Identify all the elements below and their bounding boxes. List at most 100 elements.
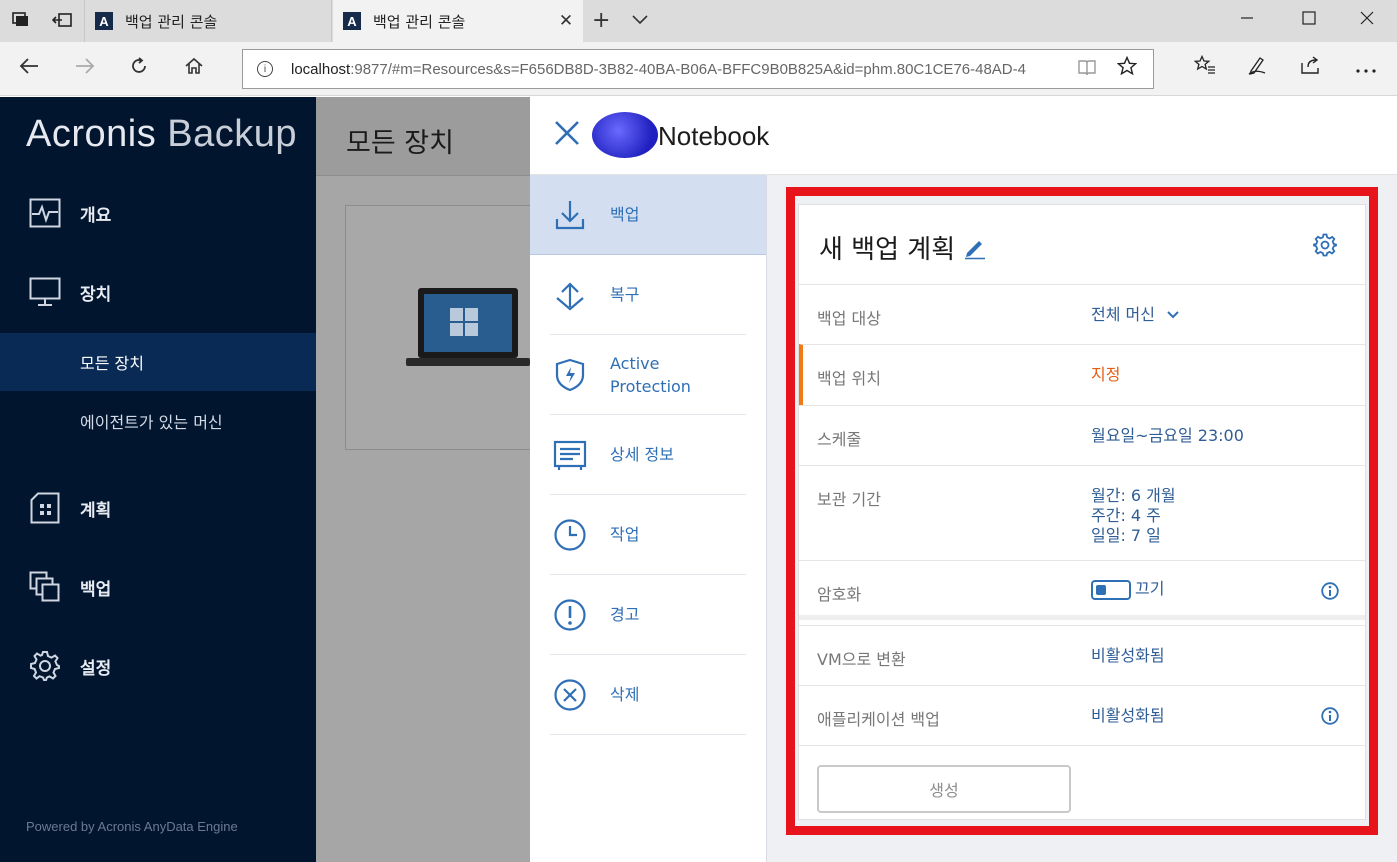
sidebar-item-overview[interactable]: 개요 xyxy=(0,184,316,242)
info-icon[interactable] xyxy=(1321,582,1339,600)
site-info-icon[interactable]: i xyxy=(257,61,273,77)
close-panel-icon[interactable] xyxy=(554,119,580,154)
row-value[interactable]: 비활성화됨 xyxy=(1091,706,1165,726)
page-title: 모든 장치 xyxy=(346,128,454,159)
back-icon[interactable] xyxy=(14,56,44,80)
plan-row-application-backup[interactable]: 애플리케이션 백업 비활성화됨 xyxy=(799,685,1365,746)
tab-title: 백업 관리 콘솔 xyxy=(125,12,218,31)
menu-item-recovery[interactable]: 복구 xyxy=(550,255,746,335)
address-bar[interactable]: i localhost:9877/#m=Resources&s=F656DB8D… xyxy=(242,49,1154,89)
menu-item-label: 상세 정보 xyxy=(610,445,674,464)
sidebar-item-label: 개요 xyxy=(80,205,112,226)
row-value[interactable]: 끄기 xyxy=(1091,579,1164,600)
sidebar-item-settings[interactable]: 설정 xyxy=(0,637,316,695)
alert-icon xyxy=(550,595,590,635)
redacted-scribble xyxy=(592,112,658,158)
backup-copies-icon xyxy=(28,570,62,604)
new-tab-icon[interactable]: + xyxy=(592,8,610,33)
monitor-icon xyxy=(28,275,62,309)
row-label: 스케줄 xyxy=(817,430,862,449)
tab-active[interactable]: A 백업 관리 콘솔 ✕ xyxy=(333,0,583,42)
plan-row-convert-to-vm[interactable]: VM으로 변환 비활성화됨 xyxy=(799,625,1365,685)
more-options-icon[interactable] xyxy=(1351,55,1381,79)
sidebar-subitem-machines-with-agents[interactable]: 에이전트가 있는 머신 xyxy=(0,392,316,450)
menu-item-alerts[interactable]: 경고 xyxy=(550,575,746,655)
edit-pencil-icon[interactable] xyxy=(963,236,987,260)
plan-row-where-to-backup[interactable]: 백업 위치 지정 xyxy=(799,344,1365,405)
overview-icon xyxy=(28,196,62,230)
sidebar-subitem-label: 모든 장치 xyxy=(80,354,144,373)
retention-monthly: 월간: 6 개월 xyxy=(1091,486,1176,505)
device-card[interactable] xyxy=(345,205,535,450)
row-value[interactable]: 월요일~금요일 23:00 xyxy=(1091,426,1244,446)
sidebar-item-plans[interactable]: 계획 xyxy=(0,479,316,537)
plan-title: 새 백업 계획 xyxy=(819,235,956,265)
sidebar-item-backups[interactable]: 백업 xyxy=(0,558,316,616)
clock-icon xyxy=(550,515,590,555)
menu-item-backup[interactable]: 백업 xyxy=(530,175,766,255)
refresh-icon[interactable] xyxy=(124,56,154,81)
acronis-backup-logo: Acronis Backup xyxy=(26,113,297,156)
chevron-down-icon[interactable] xyxy=(632,11,648,29)
address-url[interactable]: localhost:9877/#m=Resources&s=F656DB8D-3… xyxy=(291,61,1071,78)
row-label: 암호화 xyxy=(817,585,862,604)
menu-item-label: 경고 xyxy=(610,605,640,624)
menu-item-active-protection[interactable]: Active Protection xyxy=(550,335,746,415)
menu-item-details[interactable]: 상세 정보 xyxy=(550,415,746,495)
url-host: localhost xyxy=(291,60,351,78)
reading-view-icon[interactable] xyxy=(1077,59,1097,82)
panel-action-menu: 백업 복구 Active Protection 상세 정보 작업 경고 삭제 xyxy=(530,175,767,862)
delete-circle-icon xyxy=(550,675,590,715)
gear-icon xyxy=(28,649,62,683)
device-name-title: Notebook xyxy=(658,121,770,151)
tab-inactive[interactable]: A 백업 관리 콘솔 xyxy=(84,0,332,42)
forward-icon[interactable] xyxy=(70,56,100,80)
acronis-favicon-icon: A xyxy=(95,12,113,30)
favorite-star-icon[interactable] xyxy=(1116,55,1138,81)
row-label: 보관 기간 xyxy=(817,490,881,509)
sidebar-subitem-all-devices[interactable]: 모든 장치 xyxy=(0,333,316,391)
menu-item-label: 작업 xyxy=(610,525,640,544)
row-value[interactable]: 전체 머신 xyxy=(1091,305,1180,325)
row-value[interactable]: 월간: 6 개월 주간: 4 주 일일: 7 일 xyxy=(1091,486,1176,546)
plan-row-encryption[interactable]: 암호화 끄기 xyxy=(799,560,1365,620)
row-value[interactable]: 비활성화됨 xyxy=(1091,646,1165,666)
sidebar-item-label: 설정 xyxy=(80,658,112,679)
menu-item-delete[interactable]: 삭제 xyxy=(550,655,746,735)
maximize-icon[interactable] xyxy=(1297,10,1321,30)
row-label: 백업 위치 xyxy=(817,369,881,388)
home-icon[interactable] xyxy=(179,56,209,81)
upload-icon xyxy=(550,275,590,315)
shield-icon xyxy=(550,355,590,395)
favorites-hub-icon[interactable] xyxy=(1190,54,1220,80)
plan-row-schedule[interactable]: 스케줄 월요일~금요일 23:00 xyxy=(799,405,1365,465)
menu-item-activities[interactable]: 작업 xyxy=(550,495,746,575)
minimize-icon[interactable] xyxy=(1235,10,1259,30)
sidebar-subitem-label: 에이전트가 있는 머신 xyxy=(80,413,223,432)
row-value[interactable]: 지정 xyxy=(1091,365,1120,385)
url-path: :9877/#m=Resources&s=F656DB8D-3B82-40BA-… xyxy=(350,60,1026,78)
sidebar-item-devices[interactable]: 장치 xyxy=(0,263,316,321)
browser-nav-bar: i localhost:9877/#m=Resources&s=F656DB8D… xyxy=(0,42,1397,96)
menu-item-label: Active Protection xyxy=(610,353,691,396)
close-window-icon[interactable] xyxy=(1355,10,1379,30)
set-aside-tabs-icon[interactable] xyxy=(51,12,72,32)
tab-title: 백업 관리 콘솔 xyxy=(373,12,466,31)
row-label: VM으로 변환 xyxy=(817,650,906,669)
sidebar-item-label: 장치 xyxy=(80,284,112,305)
share-icon[interactable] xyxy=(1296,55,1326,80)
notes-pen-icon[interactable] xyxy=(1242,55,1272,80)
plan-row-what-to-backup[interactable]: 백업 대상 전체 머신 xyxy=(799,284,1365,344)
retention-daily: 일일: 7 일 xyxy=(1091,526,1161,545)
retention-weekly: 주간: 4 주 xyxy=(1091,506,1161,525)
close-tab-icon[interactable]: ✕ xyxy=(549,11,583,31)
tab-manager-icon[interactable] xyxy=(12,12,30,32)
laptop-icon xyxy=(406,288,530,366)
create-button[interactable]: 생성 xyxy=(817,765,1071,813)
gear-icon[interactable] xyxy=(1313,233,1337,257)
encryption-toggle[interactable] xyxy=(1091,579,1131,600)
toggle-state-text: 끄기 xyxy=(1135,579,1165,598)
acronis-favicon-icon: A xyxy=(343,12,361,30)
info-icon[interactable] xyxy=(1321,707,1339,725)
plan-row-retention[interactable]: 보관 기간 월간: 6 개월 주간: 4 주 일일: 7 일 xyxy=(799,465,1365,560)
